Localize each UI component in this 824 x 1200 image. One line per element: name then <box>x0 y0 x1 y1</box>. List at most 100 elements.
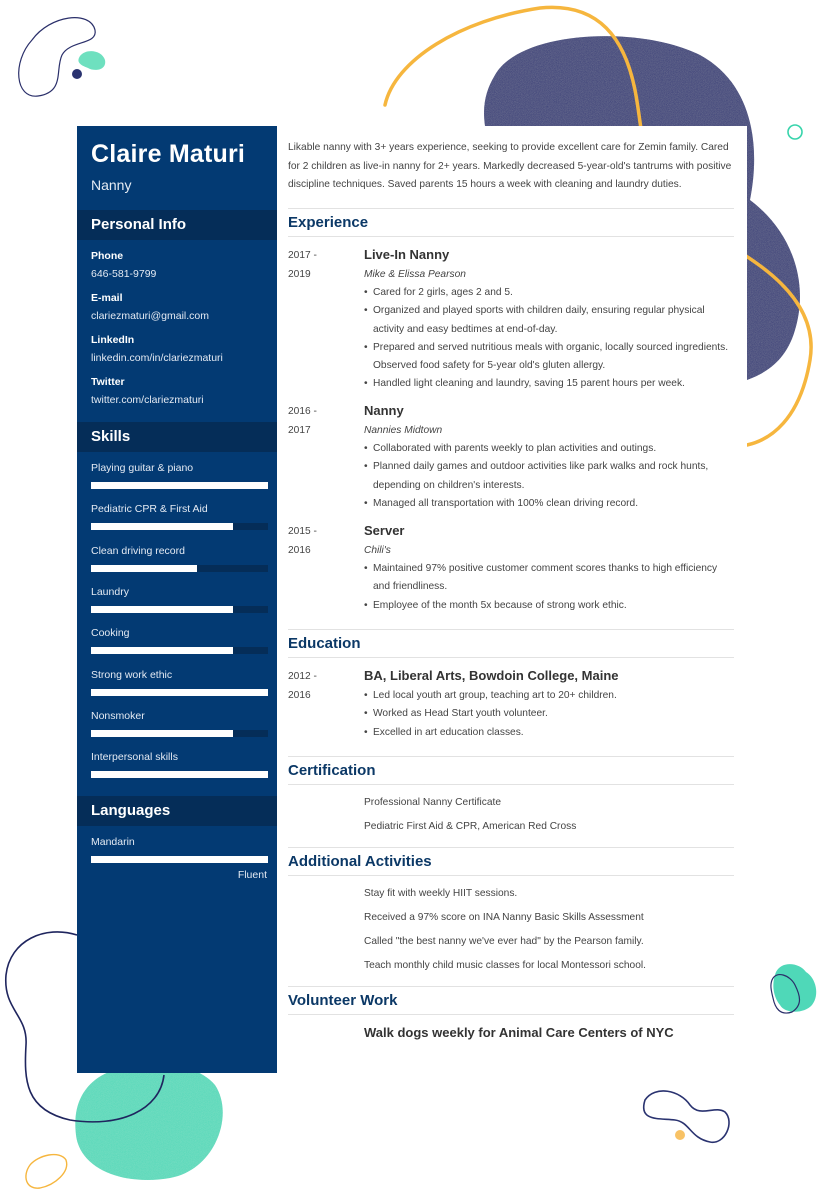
candidate-title: Nanny <box>91 177 132 193</box>
skill-level-fill <box>91 647 233 655</box>
skill-level-fill <box>91 564 198 572</box>
skill-level-bar <box>91 647 268 655</box>
skill-item: Laundry <box>91 586 268 613</box>
skill-level-bar <box>91 729 268 737</box>
language-level-label: Fluent <box>237 869 267 881</box>
education-detail-item: Worked as Head Start youth volunteer. <box>364 705 736 724</box>
skill-name: Cooking <box>91 627 130 640</box>
skill-name: Nonsmoker <box>91 709 145 722</box>
education-details-list: Led local youth art group, teaching art … <box>364 687 736 742</box>
skill-level-fill <box>91 771 268 779</box>
email-link[interactable]: clariezmaturi@gmail.com <box>91 310 209 322</box>
skill-name: Clean driving record <box>91 544 185 557</box>
skill-level-fill <box>91 605 233 613</box>
responsibility-item: Collaborated with parents weekly to plan… <box>364 440 736 459</box>
skill-item: Interpersonal skills <box>91 751 268 779</box>
job-title: Server <box>364 523 405 538</box>
skill-level-bar <box>91 482 268 489</box>
skill-level-bar <box>91 688 268 696</box>
activity-item: Received a 97% score on INA Nanny Basic … <box>364 912 644 923</box>
responsibility-item: Planned daily games and outdoor activiti… <box>364 458 736 495</box>
responsibility-item: Organized and played sports with childre… <box>364 302 736 339</box>
activity-item: Teach monthly child music classes for lo… <box>364 960 646 971</box>
company-name: Nannies Midtown <box>364 425 443 436</box>
date-start: 2015 - <box>288 526 317 537</box>
date-start: 2012 - <box>288 671 317 682</box>
twitter-label: Twitter <box>91 376 125 388</box>
teal-ring-shape <box>787 124 803 140</box>
responsibility-item: Handled light cleaning and laundry, savi… <box>364 375 736 394</box>
outline-blob-shape <box>18 17 96 97</box>
skill-item: Cooking <box>91 627 268 655</box>
sidebar: Claire Maturi Nanny Personal Info Phone … <box>77 126 277 1073</box>
divider <box>288 236 734 237</box>
education-heading: Education <box>288 635 361 652</box>
certification-heading: Certification <box>288 762 376 779</box>
responsibility-item: Maintained 97% positive customer comment… <box>364 560 736 597</box>
date-end: 2019 <box>288 269 311 280</box>
phone-value: 646-581-9799 <box>91 268 157 280</box>
skill-level-fill <box>91 523 233 531</box>
linkedin-link[interactable]: linkedin.com/in/clariezmaturi <box>91 352 223 364</box>
date-start: 2017 - <box>288 250 317 261</box>
language-level-fill <box>91 856 268 863</box>
language-item: Mandarin <box>91 836 268 863</box>
skill-name: Laundry <box>91 585 129 598</box>
responsibility-item: Prepared and served nutritious meals wit… <box>364 339 736 376</box>
responsibilities-list: Maintained 97% positive customer comment… <box>364 560 736 615</box>
additional-activities-heading: Additional Activities <box>288 853 432 870</box>
skill-level-bar <box>91 523 268 531</box>
skill-level-bar <box>91 564 268 572</box>
skill-name: Pediatric CPR & First Aid <box>91 503 208 516</box>
skill-level-bar <box>91 605 268 613</box>
skill-level-fill <box>91 482 268 489</box>
main-content: Likable nanny with 3+ years experience, … <box>278 126 747 1073</box>
skill-item: Clean driving record <box>91 545 268 572</box>
phone-label: Phone <box>91 250 124 262</box>
skill-level-fill <box>91 729 233 737</box>
language-level-bar <box>91 856 268 863</box>
company-name: Chili's <box>364 545 391 556</box>
job-title: Live-In Nanny <box>364 247 450 262</box>
skill-name: Interpersonal skills <box>91 751 178 764</box>
divider <box>288 875 734 876</box>
skill-name: Playing guitar & piano <box>91 462 194 474</box>
date-end: 2017 <box>288 425 311 436</box>
divider <box>288 756 734 757</box>
divider <box>288 629 734 630</box>
linkedin-label: LinkedIn <box>91 334 135 346</box>
date-start: 2016 - <box>288 406 317 417</box>
teal-blob-bottom-shape <box>75 1063 223 1181</box>
teal-blob-shape <box>78 51 106 70</box>
activity-item: Stay fit with weekly HIIT sessions. <box>364 888 518 899</box>
responsibility-item: Cared for 2 girls, ages 2 and 5. <box>364 284 736 303</box>
twitter-link[interactable]: twitter.com/clariezmaturi <box>91 394 204 406</box>
skill-name: Strong work ethic <box>91 668 173 681</box>
skill-level-bar <box>91 771 268 779</box>
navy-squiggle-shape <box>642 1090 730 1143</box>
activities-list: Stay fit with weekly HIIT sessions. Rece… <box>364 885 724 981</box>
skill-item: Nonsmoker <box>91 710 268 737</box>
company-name: Mike & Elissa Pearson <box>364 269 466 280</box>
date-end: 2016 <box>288 690 311 701</box>
certification-item: Pediatric First Aid & CPR, American Red … <box>364 821 577 832</box>
skill-level-fill <box>91 688 268 696</box>
education-dates: 2012 - 2016 <box>288 667 348 705</box>
yellow-dot-shape <box>675 1130 685 1140</box>
candidate-name: Claire Maturi <box>91 140 246 168</box>
personal-info-heading: Personal Info <box>77 210 277 240</box>
skill-item: Playing guitar & piano <box>91 462 268 489</box>
divider <box>288 784 734 785</box>
divider <box>288 1014 734 1015</box>
teal-blob-right-shape <box>773 964 817 1012</box>
date-end: 2016 <box>288 545 311 556</box>
education-body: BA, Liberal Arts, Bowdoin College, Maine… <box>364 667 736 742</box>
skill-item: Pediatric CPR & First Aid <box>91 503 268 531</box>
education-detail-item: Excelled in art education classes. <box>364 724 736 743</box>
activity-item: Called "the best nanny we've ever had" b… <box>364 936 644 947</box>
education-detail-item: Led local youth art group, teaching art … <box>364 687 736 706</box>
degree-title: BA, Liberal Arts, Bowdoin College, Maine <box>364 668 619 683</box>
profile-summary: Likable nanny with 3+ years experience, … <box>288 142 732 190</box>
divider <box>288 986 734 987</box>
navy-dot-shape <box>72 69 82 79</box>
